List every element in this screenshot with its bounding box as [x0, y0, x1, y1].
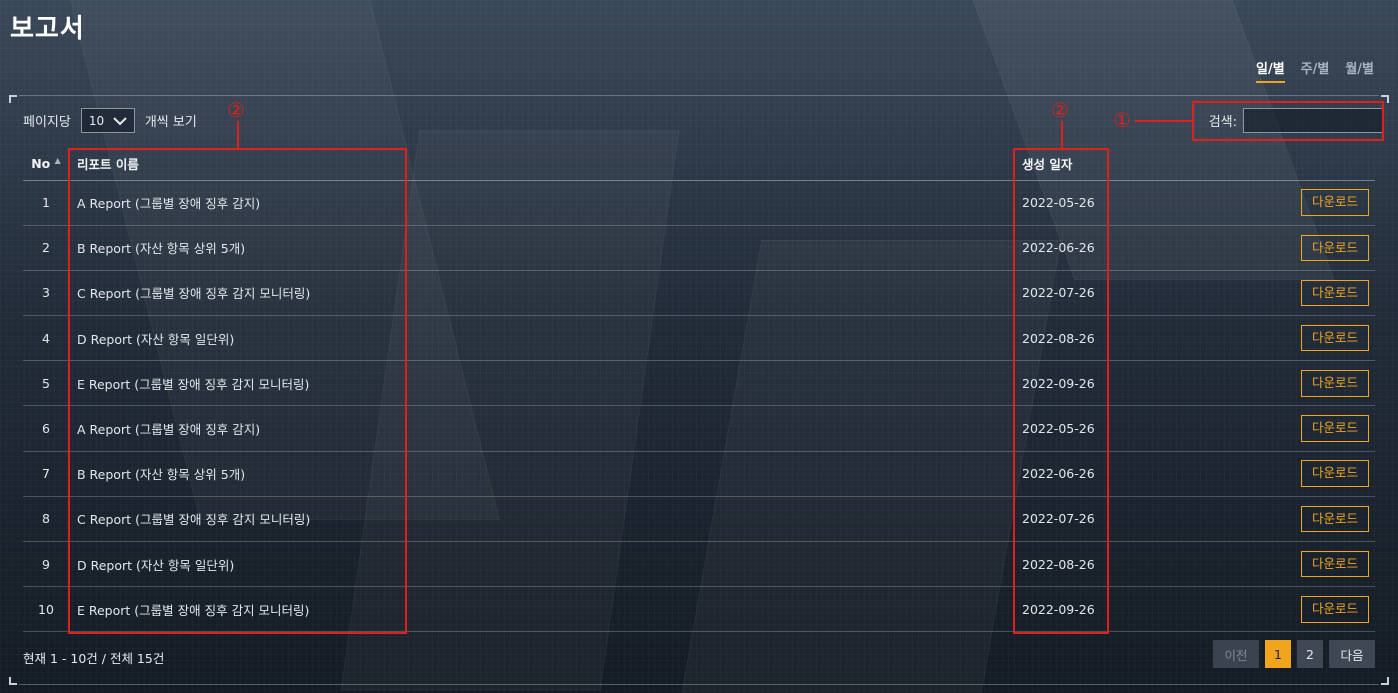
download-cell: 다운로드	[1264, 451, 1375, 497]
page-button-1[interactable]: 1	[1265, 640, 1291, 668]
download-button[interactable]: 다운로드	[1300, 596, 1369, 623]
period-tabs: 일/별 주/별 월/별	[1255, 58, 1374, 83]
page-length-suffix: 개씩 보기	[144, 115, 197, 130]
page-length-control: 페이지당 10 개씩 보기	[23, 108, 197, 133]
row-no: 1	[23, 180, 69, 226]
row-no: 5	[23, 360, 69, 407]
annotation-box-date-column	[1013, 148, 1109, 634]
table-info: 현재 1 - 10건 / 전체 15건	[23, 651, 165, 666]
download-button[interactable]: 다운로드	[1300, 234, 1369, 262]
download-cell: 다운로드	[1264, 405, 1375, 452]
pagination: 이전 1 2 다음	[1213, 640, 1375, 668]
frame-corner	[9, 95, 17, 103]
sort-asc-icon: ▲	[54, 155, 61, 165]
download-button[interactable]: 다운로드	[1300, 550, 1369, 578]
row-no: 7	[23, 451, 69, 497]
row-no: 4	[23, 315, 69, 362]
annotation-arrow-line	[1135, 120, 1193, 122]
download-button[interactable]: 다운로드	[1300, 189, 1369, 216]
tab-weekly[interactable]: 주/별	[1301, 58, 1330, 83]
prev-page-button[interactable]: 이전	[1213, 640, 1259, 668]
page-button-2[interactable]: 2	[1297, 640, 1323, 668]
download-cell: 다운로드	[1264, 270, 1375, 317]
annotation-box-name-column	[68, 148, 407, 634]
annotation-arrow-line	[1061, 121, 1063, 148]
page-title: 보고서	[10, 14, 85, 44]
annotation-marker-2-date: ②	[1051, 98, 1069, 122]
download-button[interactable]: 다운로드	[1300, 324, 1369, 352]
download-cell: 다운로드	[1264, 586, 1375, 633]
next-page-button[interactable]: 다음	[1329, 640, 1375, 668]
download-button[interactable]: 다운로드	[1300, 279, 1369, 307]
annotation-box-search	[1192, 101, 1384, 141]
annotation-arrow-line	[237, 121, 239, 148]
download-cell: 다운로드	[1264, 496, 1375, 543]
row-no: 8	[23, 496, 69, 543]
frame-divider	[19, 684, 1379, 685]
frame-corner	[9, 677, 17, 685]
download-cell: 다운로드	[1264, 225, 1375, 271]
frame-corner	[1381, 677, 1389, 685]
row-no: 2	[23, 225, 69, 271]
row-no: 3	[23, 270, 69, 317]
download-button[interactable]: 다운로드	[1300, 415, 1369, 442]
download-button[interactable]: 다운로드	[1300, 370, 1369, 397]
frame-divider	[19, 95, 1379, 96]
download-cell: 다운로드	[1264, 541, 1375, 588]
download-button[interactable]: 다운로드	[1300, 505, 1369, 533]
annotation-marker-1: ①	[1113, 108, 1131, 132]
download-cell: 다운로드	[1264, 360, 1375, 407]
tab-daily[interactable]: 일/별	[1255, 58, 1285, 83]
page-length-select[interactable]: 10	[80, 108, 135, 133]
page-length-value: 10	[88, 113, 105, 128]
download-button[interactable]: 다운로드	[1300, 460, 1369, 487]
tab-monthly[interactable]: 월/별	[1345, 58, 1374, 83]
download-cell: 다운로드	[1264, 180, 1375, 226]
column-header-no[interactable]: No ▲	[23, 147, 69, 181]
row-no: 10	[23, 586, 69, 633]
annotation-marker-2-name: ②	[227, 98, 245, 122]
row-no: 9	[23, 541, 69, 588]
row-no: 6	[23, 405, 69, 452]
download-cell: 다운로드	[1264, 315, 1375, 362]
page-length-prefix: 페이지당	[23, 115, 71, 130]
chevron-down-icon	[113, 116, 127, 125]
column-header-download	[1264, 147, 1375, 181]
